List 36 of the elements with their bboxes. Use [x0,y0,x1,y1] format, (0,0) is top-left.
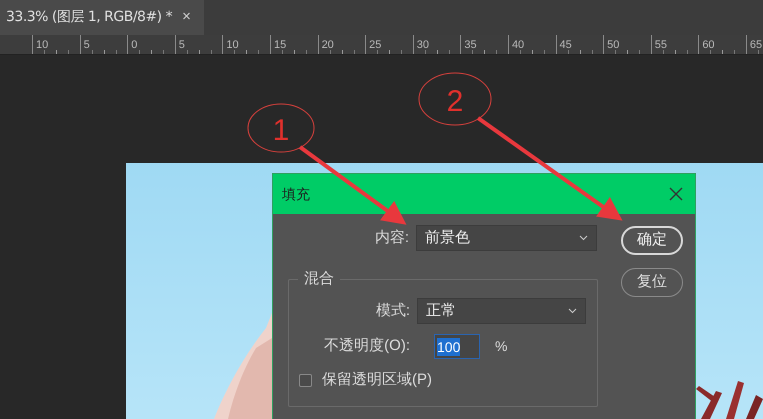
mode-dropdown[interactable]: 正常 [417,298,586,324]
mode-label: 模式: [374,300,410,321]
ruler-label: 65 [750,39,762,51]
ruler-label: 10 [36,39,48,51]
dialog-title: 填充 [282,184,310,204]
dialog-button[interactable]: 复位 [621,268,683,297]
ruler-label: 35 [464,39,477,51]
close-icon[interactable] [669,187,683,201]
ruler-label: 55 [654,39,667,51]
content-dropdown[interactable]: 前景色 [416,225,597,251]
chevron-icon [568,308,577,314]
preserve-checkbox[interactable] [299,374,312,387]
ruler-label: 30 [416,39,429,51]
preserve-transparency-label: 保留透明区域(P) [322,370,432,390]
ruler-label: 20 [322,39,334,51]
ruler-label: 25 [369,39,382,51]
tab-title: 33.3% (图层 1, RGB/8#) * [6,8,172,27]
percent-unit: % [495,337,508,356]
ruler-label: 0 [131,39,138,51]
ruler-label: 10 [226,39,239,51]
annotation-circle: 2 [418,72,492,126]
document-tab[interactable]: 33.3% (图层 1, RGB/8#) * × [0,0,204,35]
chevron-icon [579,235,588,241]
opacity-field[interactable]: 100 [434,334,480,359]
ruler-label: 50 [607,39,620,51]
ruler-label: 15 [274,39,286,51]
close-tab-button[interactable]: × [182,6,191,29]
content-label: 内容: [374,228,409,248]
ruler-label: 40 [512,39,524,51]
annotation-circle: 1 [248,104,314,152]
opacity-label: 不透明度(O): [323,336,410,356]
ruler-label: 60 [702,39,715,51]
ruler-label: 45 [560,39,572,51]
ruler-label: 5 [84,39,90,51]
dialog-button[interactable]: 确定 [621,226,683,255]
ruler-label: 5 [178,39,185,51]
